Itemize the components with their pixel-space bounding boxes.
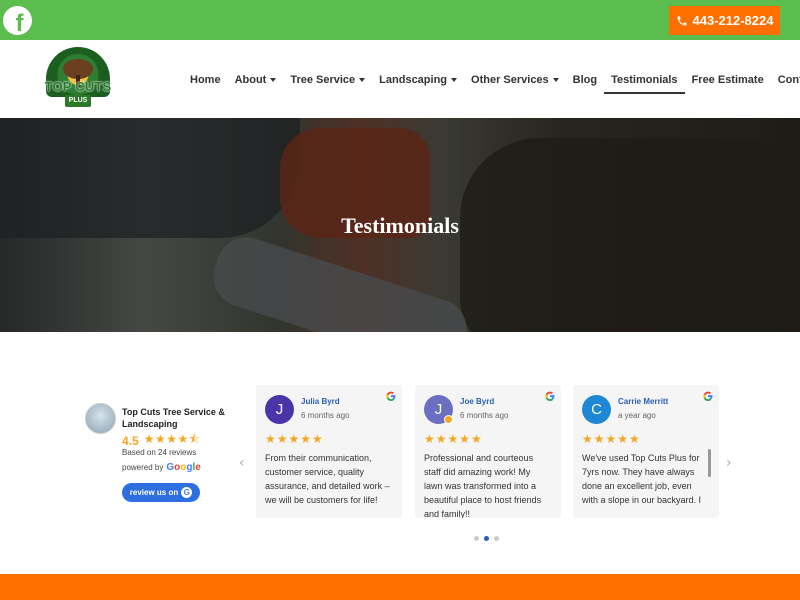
chevron-down-icon	[451, 78, 458, 82]
rating-value: 4.5	[122, 433, 139, 448]
review-time: a year ago	[618, 411, 656, 420]
carousel-prev-arrow[interactable]: ‹	[239, 455, 245, 471]
site-header: TOP CUTS PLUS Home About Tree Service Lands…	[0, 40, 800, 118]
reviewer-avatar: J	[265, 395, 294, 424]
nav-item-tree-service[interactable]: Tree Service	[290, 71, 366, 89]
chevron-down-icon	[552, 78, 559, 82]
reviewer-name[interactable]: Carrie Merritt	[618, 397, 668, 406]
logo-text: TOP CUTS	[44, 79, 112, 94]
phone-icon	[677, 16, 687, 25]
review-text: We've used Top Cuts Plus for 7yrs now. T…	[582, 453, 702, 505]
chevron-down-icon	[270, 78, 277, 82]
review-card: J Julia Byrd 6 months ago ★★★★★ From the…	[256, 385, 402, 518]
phone-button[interactable]: 443-212-8224	[669, 6, 780, 35]
footer-bar	[0, 574, 800, 600]
carousel-dots	[474, 536, 499, 541]
logo-sub: PLUS	[65, 95, 91, 107]
nav-item-free-estimate[interactable]: Free Estimate	[692, 71, 764, 89]
reviewer-avatar: C	[582, 395, 611, 424]
review-stars: ★★★★★	[582, 432, 641, 446]
hero-banner: Testimonials	[0, 118, 800, 332]
review-stars: ★★★★★	[265, 432, 324, 446]
review-text: Professional and courteous staff did ama…	[424, 453, 542, 518]
google-icon	[703, 391, 713, 401]
carousel-dot[interactable]	[484, 536, 489, 541]
top-bar: f 443-212-8224	[0, 0, 800, 40]
review-us-button[interactable]: review us on G	[122, 483, 200, 502]
phone-number: 443-212-8224	[692, 13, 774, 28]
nav-item-blog[interactable]: Blog	[573, 71, 597, 89]
carousel-dot[interactable]	[494, 536, 499, 541]
nav-item-about[interactable]: About	[235, 71, 277, 89]
google-logo: Google	[166, 462, 201, 473]
google-icon	[386, 391, 396, 401]
main-nav: Home About Tree Service Landscaping Other Se…	[190, 71, 800, 94]
reviewer-name[interactable]: Julia Byrd	[301, 397, 340, 406]
review-summary: Top Cuts Tree Service & Landscaping 4.5 …	[85, 400, 235, 510]
review-card: J Joe Byrd 6 months ago ★★★★★ Profession…	[415, 385, 561, 518]
nav-item-contact[interactable]: Contact	[778, 71, 800, 89]
business-avatar	[85, 403, 116, 434]
google-icon	[545, 391, 555, 401]
powered-by: powered by Google	[122, 462, 201, 473]
reviewer-name[interactable]: Joe Byrd	[460, 397, 494, 406]
review-stars: ★★★★★	[424, 432, 483, 446]
google-icon: G	[181, 487, 193, 498]
nav-item-testimonials[interactable]: Testimonials	[604, 71, 686, 94]
review-text: From their communication, customer servi…	[265, 453, 390, 505]
carousel-dot[interactable]	[474, 536, 479, 541]
carousel-next-arrow[interactable]: ›	[726, 455, 732, 471]
chevron-down-icon	[359, 78, 366, 82]
local-guide-badge	[444, 415, 453, 424]
page-title: Testimonials	[341, 213, 459, 238]
review-card: C Carrie Merritt a year ago ★★★★★ We've …	[573, 385, 719, 518]
nav-item-other-services[interactable]: Other Services	[471, 71, 559, 89]
business-name: Top Cuts Tree Service & Landscaping	[122, 407, 225, 429]
review-time: 6 months ago	[460, 411, 509, 420]
review-time: 6 months ago	[301, 411, 350, 420]
site-logo[interactable]: TOP CUTS PLUS	[43, 47, 113, 113]
scrollbar[interactable]	[708, 449, 711, 477]
facebook-icon[interactable]: f	[3, 6, 32, 35]
review-count: Based on 24 reviews	[122, 448, 197, 457]
nav-item-landscaping[interactable]: Landscaping	[379, 71, 458, 89]
nav-item-home[interactable]: Home	[190, 71, 221, 89]
